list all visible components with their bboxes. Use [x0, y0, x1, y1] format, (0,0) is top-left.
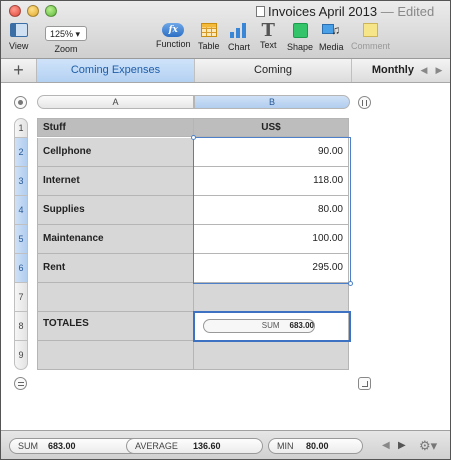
- zoom-label: Zoom: [54, 44, 78, 54]
- document-icon: [256, 6, 265, 17]
- row-header-1[interactable]: 1: [14, 118, 28, 138]
- comment-button[interactable]: Comment: [351, 23, 390, 51]
- row-header-8[interactable]: 8: [14, 312, 28, 341]
- row-header-5[interactable]: 5: [14, 225, 28, 254]
- table-icon: [200, 23, 217, 37]
- tab-coming[interactable]: Coming: [195, 59, 352, 82]
- stat-min-value: 80.00: [306, 441, 329, 451]
- text-icon: T: [261, 20, 275, 41]
- stat-average-value: 136.60: [193, 441, 221, 451]
- row-header-6[interactable]: 6: [14, 254, 28, 283]
- row-header-9[interactable]: 9: [14, 341, 28, 370]
- cell-a9[interactable]: [37, 341, 194, 370]
- cell-a7[interactable]: [37, 283, 194, 312]
- sheet-tab-bar: + Coming Expenses Coming Monthly ◀ ▶: [1, 59, 450, 83]
- add-row-button[interactable]: [14, 377, 27, 390]
- tab-coming-expenses[interactable]: Coming Expenses: [37, 59, 195, 82]
- cell-b6[interactable]: 295.00: [194, 254, 349, 283]
- shape-button[interactable]: Shape: [287, 23, 313, 52]
- cell-a4[interactable]: Supplies: [37, 196, 194, 225]
- table-button[interactable]: Table: [198, 23, 220, 51]
- cell-b2[interactable]: 90.00: [194, 138, 349, 167]
- function-label: Function: [156, 39, 191, 49]
- function-button[interactable]: fx Function: [156, 23, 191, 49]
- status-next-icon[interactable]: ▶: [398, 438, 406, 454]
- settings-gear-icon[interactable]: ⚙▾: [419, 438, 437, 454]
- zoom-control[interactable]: 125% ▾ Zoom: [45, 26, 87, 54]
- chart-icon: [230, 23, 248, 38]
- stat-sum-value: 683.00: [48, 441, 76, 451]
- document-name: Invoices April 2013: [268, 4, 378, 19]
- tabs-next-icon[interactable]: ▶: [432, 59, 446, 82]
- column-header-b[interactable]: B: [194, 95, 350, 109]
- sheet-canvas[interactable]: A B 1 2 3 4 5 6 7 8 9 Stuff US$ Cellphon…: [1, 83, 450, 430]
- cell-b4[interactable]: 80.00: [194, 196, 349, 225]
- toolbar: Invoices April 2013 — Edited View 125% ▾…: [1, 1, 450, 59]
- cell-a1[interactable]: Stuff: [37, 118, 194, 137]
- shape-label: Shape: [287, 42, 314, 52]
- cell-b1[interactable]: US$: [194, 118, 349, 137]
- media-icon: ♫: [322, 23, 340, 38]
- cell-b9[interactable]: [194, 341, 349, 370]
- column-header-a[interactable]: A: [37, 95, 194, 109]
- table-select-button[interactable]: [14, 96, 27, 109]
- cell-a3[interactable]: Internet: [37, 167, 194, 196]
- cell-a2[interactable]: Cellphone: [37, 138, 194, 167]
- stat-average-label: AVERAGE: [135, 441, 178, 451]
- cell-a8[interactable]: TOTALES: [37, 312, 194, 341]
- comment-label: Comment: [351, 41, 391, 51]
- chart-label: Chart: [228, 42, 251, 52]
- add-sheet-button[interactable]: +: [1, 59, 37, 82]
- cell-b5[interactable]: 100.00: [194, 225, 349, 254]
- view-label: View: [9, 41, 29, 51]
- rows-handle-icon: [18, 382, 24, 386]
- text-label: Text: [260, 40, 277, 50]
- row-header-2[interactable]: 2: [14, 138, 28, 167]
- zoom-select[interactable]: 125% ▾: [45, 26, 87, 41]
- stat-average[interactable]: AVERAGE 136.60: [126, 438, 263, 454]
- view-button[interactable]: View: [9, 23, 28, 51]
- media-label: Media: [319, 42, 344, 52]
- row-header-7[interactable]: 7: [14, 283, 28, 312]
- media-button[interactable]: ♫ Media: [319, 23, 344, 52]
- tab-monthly[interactable]: Monthly: [352, 59, 418, 82]
- status-prev-icon[interactable]: ◀: [382, 438, 390, 454]
- numbers-window: Invoices April 2013 — Edited View 125% ▾…: [0, 0, 451, 460]
- stat-min-label: MIN: [277, 441, 294, 451]
- cell-a5[interactable]: Maintenance: [37, 225, 194, 254]
- active-cell-b8: [193, 311, 351, 342]
- tabs-prev-icon[interactable]: ◀: [417, 59, 431, 82]
- select-dot-icon: [18, 100, 23, 105]
- stat-min[interactable]: MIN 80.00: [268, 438, 363, 454]
- view-icon: [9, 23, 28, 37]
- shape-icon: [292, 23, 308, 38]
- edited-status: — Edited: [380, 4, 435, 19]
- table-resize-button[interactable]: [358, 377, 371, 390]
- zoom-window-button[interactable]: [45, 5, 57, 17]
- function-icon: fx: [162, 23, 185, 37]
- stat-sum[interactable]: SUM 683.00: [9, 438, 143, 454]
- resize-corner-icon: [362, 381, 368, 387]
- cell-b7[interactable]: [194, 283, 349, 312]
- chart-button[interactable]: Chart: [228, 23, 250, 52]
- row-header-4[interactable]: 4: [14, 196, 28, 225]
- column-handle-icon: [362, 100, 367, 106]
- table-label: Table: [198, 41, 220, 51]
- pause-columns-button[interactable]: [358, 96, 371, 109]
- comment-icon: [363, 23, 378, 37]
- status-bar: SUM 683.00 AVERAGE 136.60 MIN 80.00 ◀ ▶ …: [1, 430, 450, 459]
- cell-a6[interactable]: Rent: [37, 254, 194, 283]
- stat-sum-label: SUM: [18, 441, 38, 451]
- minimize-button[interactable]: [27, 5, 39, 17]
- cell-b3[interactable]: 118.00: [194, 167, 349, 196]
- text-button[interactable]: T Text: [260, 20, 277, 51]
- window-title: Invoices April 2013 — Edited: [256, 4, 434, 19]
- close-button[interactable]: [9, 5, 21, 17]
- row-header-3[interactable]: 3: [14, 167, 28, 196]
